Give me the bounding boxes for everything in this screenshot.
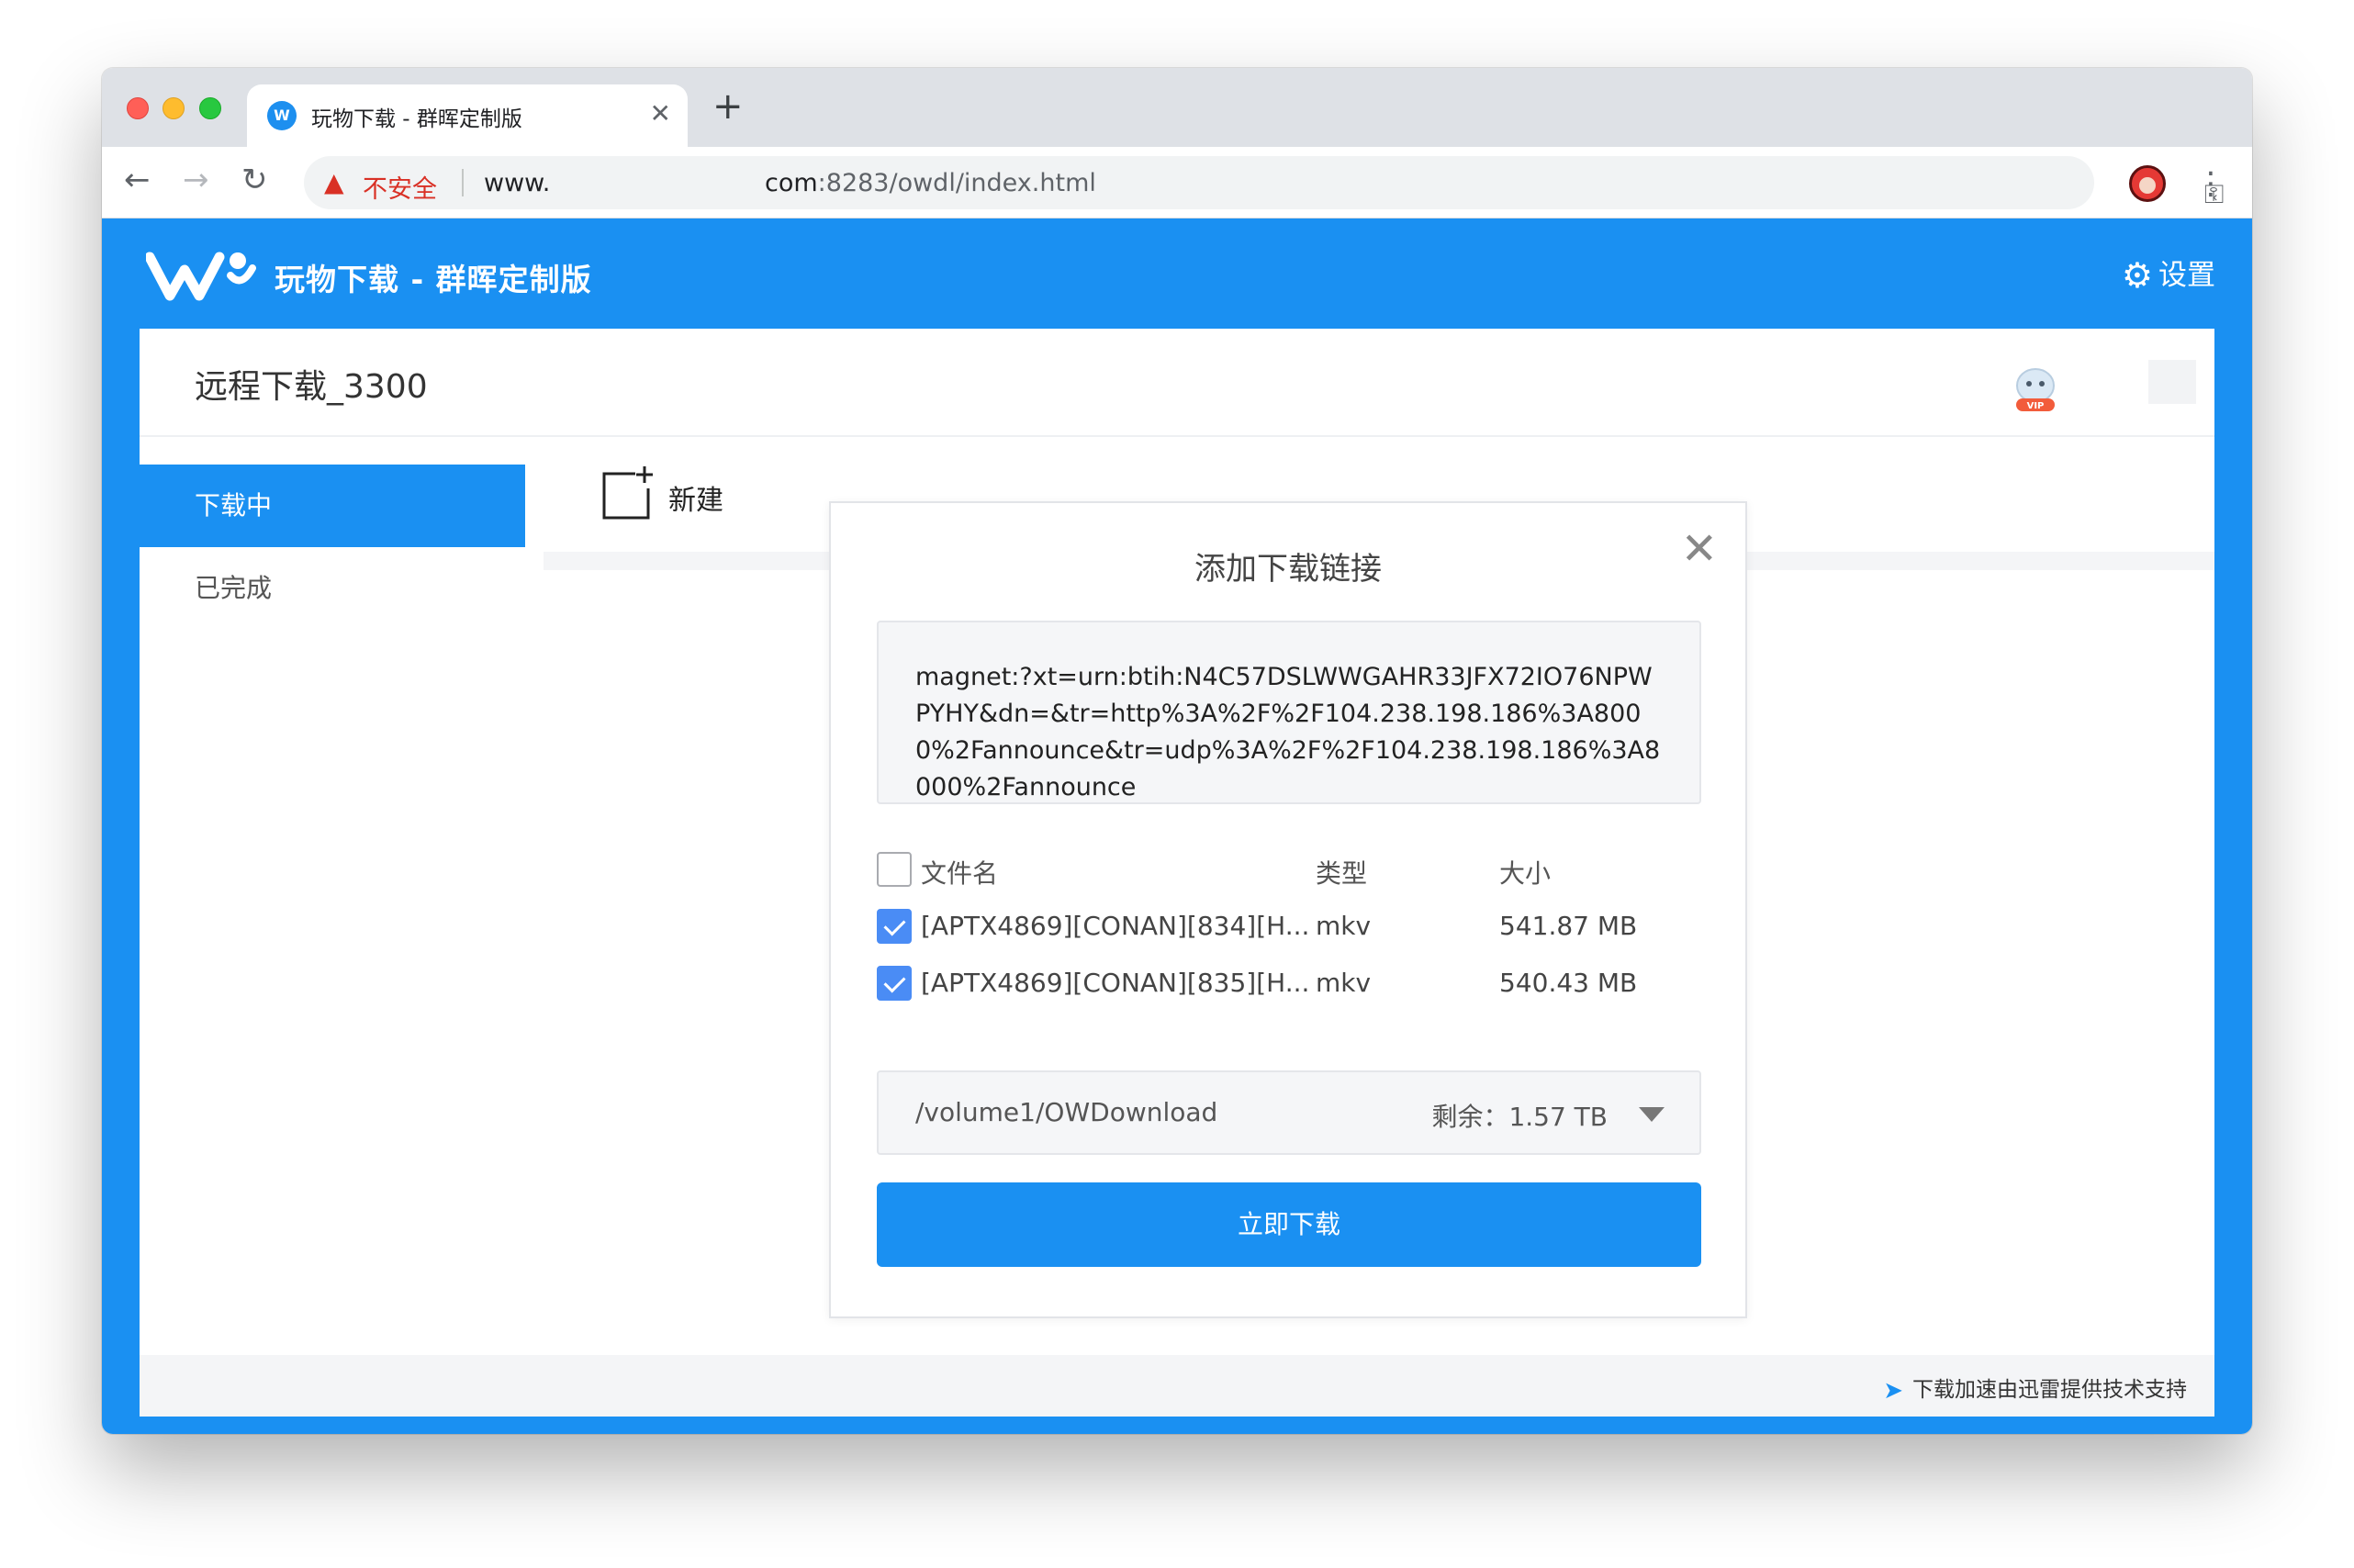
reload-icon[interactable]: ↻ — [241, 162, 268, 198]
vip-label: VIP — [2027, 401, 2045, 411]
url-host: com — [765, 169, 818, 197]
file-size: 540.43 MB — [1499, 968, 1638, 998]
browser-window: 玩物下载 - 群晖定制版 ✕ + ← → ↻ ▲ 不安全 www. com:82… — [102, 68, 2252, 1434]
footer: ➤ 下载加速由迅雷提供技术支持 — [140, 1355, 2214, 1417]
address-bar-row: ← → ↻ ▲ 不安全 www. com:8283/owdl/index.htm… — [102, 147, 2252, 218]
warning-icon: ▲ — [324, 167, 344, 197]
download-path-select[interactable]: /volume1/OWDownload 剩余：1.57 TB — [877, 1070, 1701, 1155]
sidebar-item-completed[interactable]: 已完成 — [140, 547, 525, 630]
url-bar[interactable]: ▲ 不安全 www. com:8283/owdl/index.html ⚿ ★ — [304, 156, 2224, 209]
new-tab-button[interactable]: + — [712, 86, 744, 127]
new-task-button[interactable]: 新建 — [668, 477, 723, 518]
settings-label: 设置 — [2158, 259, 2215, 292]
column-header-name: 文件名 — [921, 858, 999, 889]
dialog-title: 添加下载链接 — [1194, 551, 1382, 588]
file-type: mkv — [1316, 911, 1372, 941]
dialog-close-icon[interactable]: ✕ — [1681, 523, 1718, 575]
link-input[interactable]: magnet:?xt=urn:btih:N4C57DSLWWGAHR33JFX7… — [877, 621, 1701, 804]
settings-button[interactable]: ⚙ 设置 — [2122, 252, 2215, 296]
maximize-window-button[interactable] — [199, 97, 221, 119]
file-name: [APTX4869][CONAN][834][H... — [921, 911, 1310, 941]
app-logo-icon — [146, 252, 256, 301]
forward-arrow-icon[interactable]: → — [183, 162, 209, 198]
chevron-down-icon[interactable] — [1639, 1107, 1665, 1122]
app-title: 玩物下载 - 群晖定制版 — [275, 262, 592, 297]
back-arrow-icon[interactable]: ← — [124, 162, 151, 198]
link-text: magnet:?xt=urn:btih:N4C57DSLWWGAHR33JFX7… — [915, 663, 1661, 801]
site-favicon-icon — [267, 101, 297, 130]
footer-credit: ➤ 下载加速由迅雷提供技术支持 — [1883, 1372, 2187, 1405]
panel-header: 远程下载_3300 VIP — [140, 329, 2214, 437]
table-header: 文件名 类型 大小 — [877, 850, 1701, 889]
url-separator — [462, 169, 464, 196]
table-row[interactable]: [APTX4869][CONAN][834][H... mkv 541.87 M… — [877, 907, 1701, 944]
url-text-rest: com:8283/owdl/index.html — [765, 169, 1096, 197]
file-checkbox[interactable] — [877, 909, 912, 944]
browser-menu-icon[interactable]: ⋮ — [2195, 167, 2226, 200]
page-title: 远程下载_3300 — [195, 368, 428, 406]
gear-icon: ⚙ — [2121, 255, 2153, 296]
tab-strip: 玩物下载 - 群晖定制版 ✕ + — [102, 68, 2252, 147]
file-checkbox[interactable] — [877, 966, 912, 1001]
select-all-checkbox[interactable] — [877, 852, 912, 887]
column-header-size: 大小 — [1499, 858, 1552, 889]
vip-mascot-icon[interactable]: VIP — [2009, 364, 2062, 417]
file-size: 541.87 MB — [1499, 911, 1638, 941]
sidebar: 下载中 已完成 — [140, 437, 525, 1355]
column-header-type: 类型 — [1316, 858, 1368, 889]
download-now-button[interactable]: 立即下载 — [877, 1182, 1701, 1267]
minimize-window-button[interactable] — [163, 97, 185, 119]
browser-tab[interactable]: 玩物下载 - 群晖定制版 ✕ — [247, 84, 688, 147]
file-name: [APTX4869][CONAN][835][H... — [921, 968, 1310, 998]
footer-text: 下载加速由迅雷提供技术支持 — [1912, 1378, 2187, 1402]
url-path: :8283/owdl/index.html — [817, 169, 1096, 197]
file-type: mkv — [1316, 968, 1372, 998]
new-task-icon[interactable] — [599, 465, 654, 521]
thunder-bird-icon: ➤ — [1883, 1377, 1903, 1405]
security-status[interactable]: 不安全 — [363, 169, 437, 205]
sidebar-item-downloading[interactable]: 下载中 — [140, 465, 525, 547]
url-text-prefix: www. — [484, 169, 551, 197]
table-row[interactable]: [APTX4869][CONAN][835][H... mkv 540.43 M… — [877, 964, 1701, 1001]
download-path: /volume1/OWDownload — [915, 1097, 1218, 1127]
add-link-dialog: 添加下载链接 ✕ magnet:?xt=urn:btih:N4C57DSLWWG… — [829, 501, 1747, 1318]
user-avatar-placeholder[interactable] — [2148, 360, 2196, 404]
close-window-button[interactable] — [127, 97, 149, 119]
tab-close-icon[interactable]: ✕ — [650, 99, 671, 129]
tab-title: 玩物下载 - 群晖定制版 — [311, 107, 522, 131]
remaining-space: 剩余：1.57 TB — [1431, 1102, 1608, 1132]
profile-avatar[interactable] — [2129, 165, 2166, 202]
